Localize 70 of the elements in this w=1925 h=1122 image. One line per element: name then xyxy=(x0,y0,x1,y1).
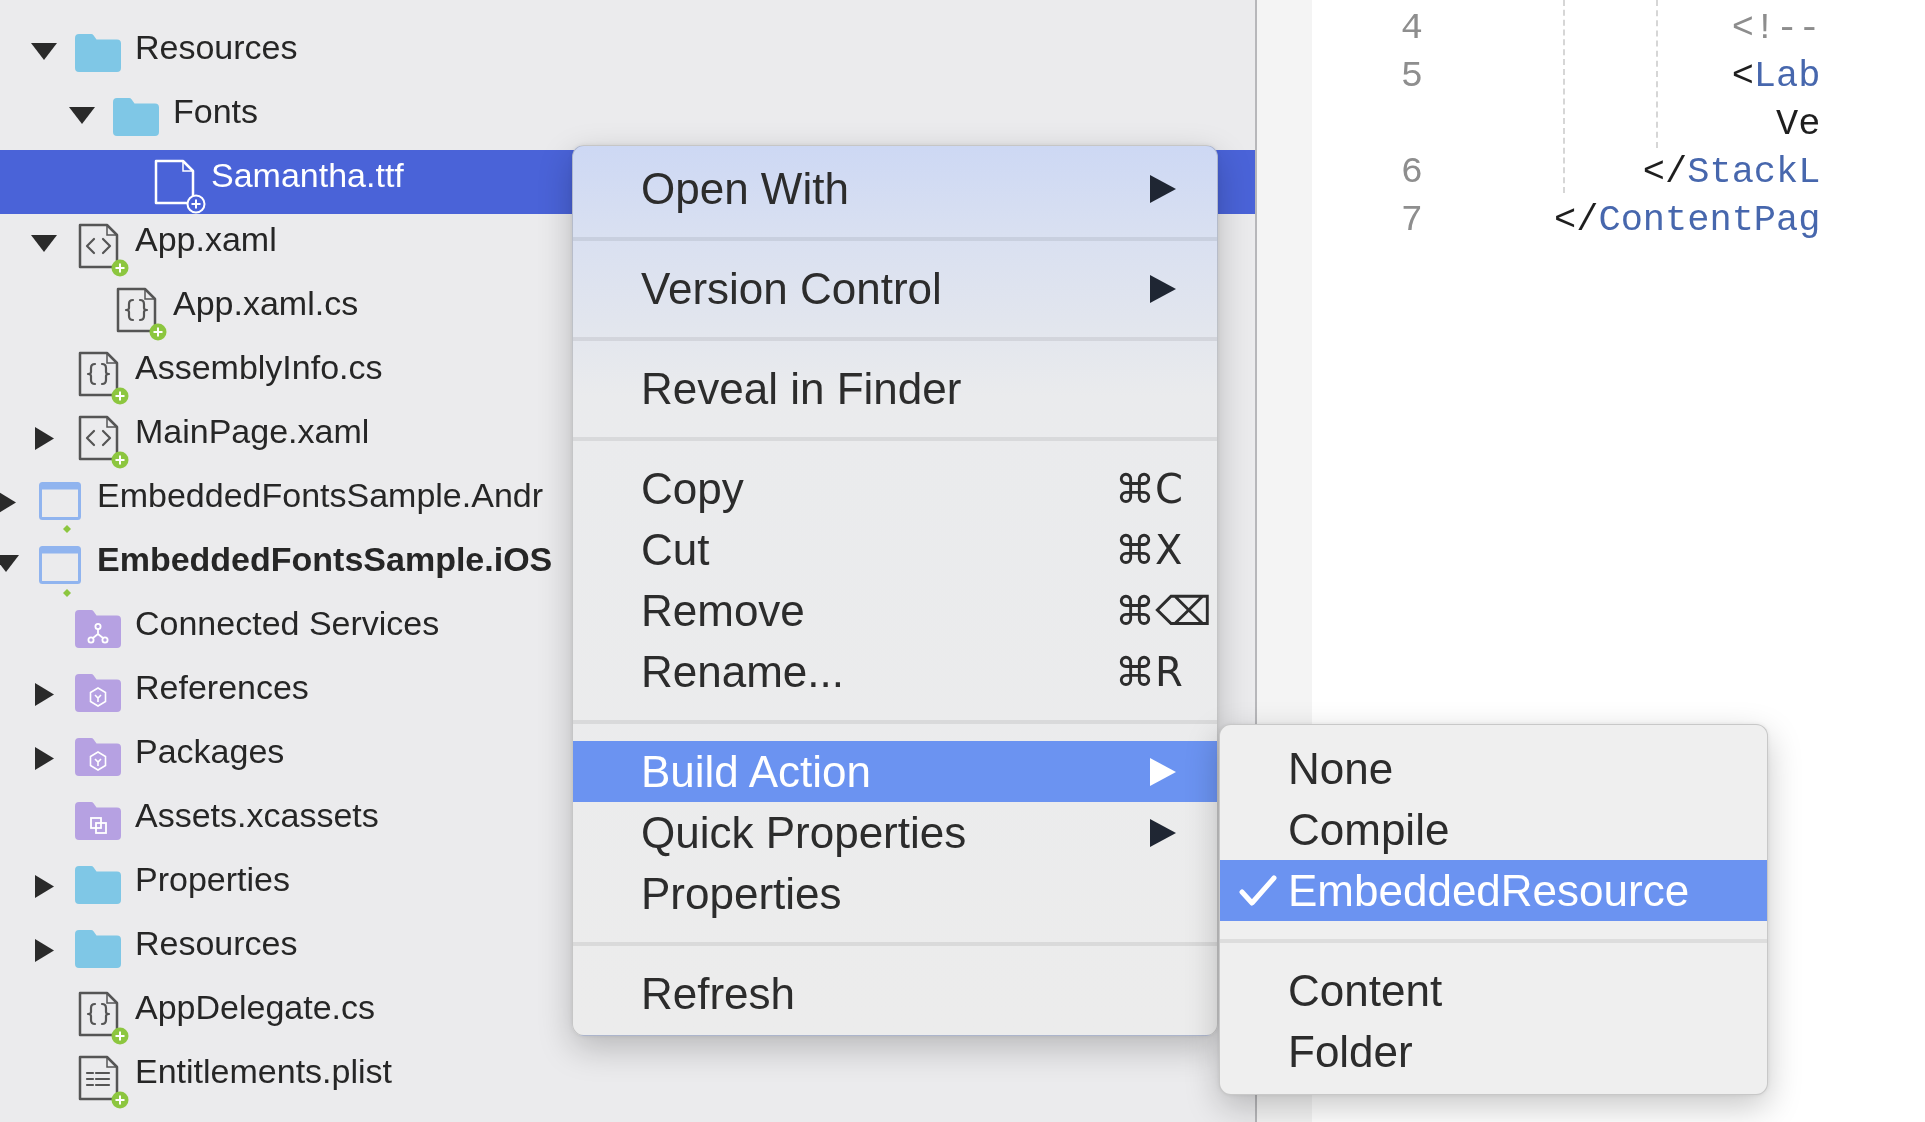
menu-item[interactable]: Copy ⌘C xyxy=(573,458,1217,519)
tree-item-label[interactable]: References xyxy=(135,667,309,707)
tree-item-label[interactable]: MainPage.xaml xyxy=(135,411,370,451)
shortcut-hint: ⌘⌫ xyxy=(1115,587,1212,634)
line-number: 7 xyxy=(1400,198,1423,243)
tree-item-label[interactable]: EmbeddedFontsSample.Andr xyxy=(97,475,544,515)
code-file-icon xyxy=(78,223,131,278)
tree-item-label[interactable]: Resources xyxy=(135,27,298,67)
menu-item[interactable]: Content xyxy=(1220,960,1767,1021)
menu-item[interactable]: None xyxy=(1220,738,1767,799)
code-line: </StackL xyxy=(1642,150,1821,195)
tree-item-label[interactable]: Connected Services xyxy=(135,603,440,643)
down-triangle-icon[interactable] xyxy=(31,43,57,60)
down-triangle-icon[interactable] xyxy=(69,107,95,124)
shortcut-hint: ⌘C xyxy=(1115,465,1183,512)
folder-icon xyxy=(113,98,159,136)
folder-hexagon-icon xyxy=(75,674,121,712)
tree-item-label[interactable]: Entitlements.plist xyxy=(135,1051,392,1091)
code-line: Ve xyxy=(1776,102,1821,147)
tree-item-label[interactable]: App.xaml.cs xyxy=(173,283,359,323)
code-line: <!-- xyxy=(1731,6,1821,51)
code-line: <Lab xyxy=(1731,54,1821,99)
line-number: 5 xyxy=(1400,54,1423,99)
menu-item[interactable]: Folder xyxy=(1220,1021,1767,1082)
right-triangle-icon[interactable] xyxy=(0,491,16,514)
shortcut-hint: ⌘R xyxy=(1115,648,1183,695)
tree-item-label[interactable]: Assets.xcassets xyxy=(135,795,379,835)
down-triangle-icon[interactable] xyxy=(0,555,19,572)
down-triangle-icon[interactable] xyxy=(31,235,57,252)
right-triangle-icon[interactable] xyxy=(34,683,54,706)
right-triangle-icon[interactable] xyxy=(34,939,54,962)
folder-hexagon-icon xyxy=(75,738,121,776)
code-file-icon xyxy=(78,415,131,470)
tree-item-label[interactable]: AppDelegate.cs xyxy=(135,987,376,1027)
menu-item[interactable]: Cut ⌘X xyxy=(573,519,1217,580)
tree-item-label[interactable]: Fonts xyxy=(173,91,259,131)
menu-item[interactable]: Open With xyxy=(573,158,1217,219)
line-number: 4 xyxy=(1400,6,1423,51)
tree-item-label[interactable]: App.xaml xyxy=(135,219,277,259)
tree-item-label[interactable]: EmbeddedFontsSample.iOS xyxy=(97,539,553,579)
code-line: </ContentPag xyxy=(1554,198,1821,243)
folder-icon xyxy=(75,930,121,968)
tree-item-label[interactable]: Packages xyxy=(135,731,285,771)
menu-item[interactable]: Reveal in Finder xyxy=(573,358,1217,419)
tree-item-label[interactable]: Properties xyxy=(135,859,290,899)
tree-item-label[interactable]: Resources xyxy=(135,923,298,963)
project-window-icon xyxy=(39,546,83,598)
menu-item[interactable]: Rename... ⌘R xyxy=(573,641,1217,702)
tree-item-label[interactable]: AssemblyInfo.cs xyxy=(135,347,383,387)
menu-item[interactable]: Properties xyxy=(573,863,1217,924)
folder-nodes-icon xyxy=(75,610,121,648)
menu-item[interactable]: Compile xyxy=(1220,799,1767,860)
right-triangle-icon[interactable] xyxy=(34,875,54,898)
menu-item[interactable]: Quick Properties xyxy=(573,802,1217,863)
menu-item[interactable]: Remove ⌘⌫ xyxy=(573,580,1217,641)
braces-file-icon xyxy=(78,991,131,1046)
line-number: 6 xyxy=(1400,150,1423,195)
shortcut-hint: ⌘X xyxy=(1115,526,1183,573)
menu-item[interactable]: Refresh xyxy=(573,963,1217,1024)
project-window-icon xyxy=(39,482,83,534)
braces-file-icon xyxy=(78,351,131,406)
braces-file-icon xyxy=(116,287,169,342)
folder-squares-icon xyxy=(75,802,121,840)
menu-item[interactable]: Version Control xyxy=(573,258,1217,319)
right-triangle-icon[interactable] xyxy=(34,747,54,770)
tree-item-label[interactable]: Samantha.ttf xyxy=(211,155,404,195)
list-file-icon xyxy=(78,1055,131,1110)
folder-icon xyxy=(75,866,121,904)
right-triangle-icon[interactable] xyxy=(34,427,54,450)
folder-icon xyxy=(75,34,121,72)
